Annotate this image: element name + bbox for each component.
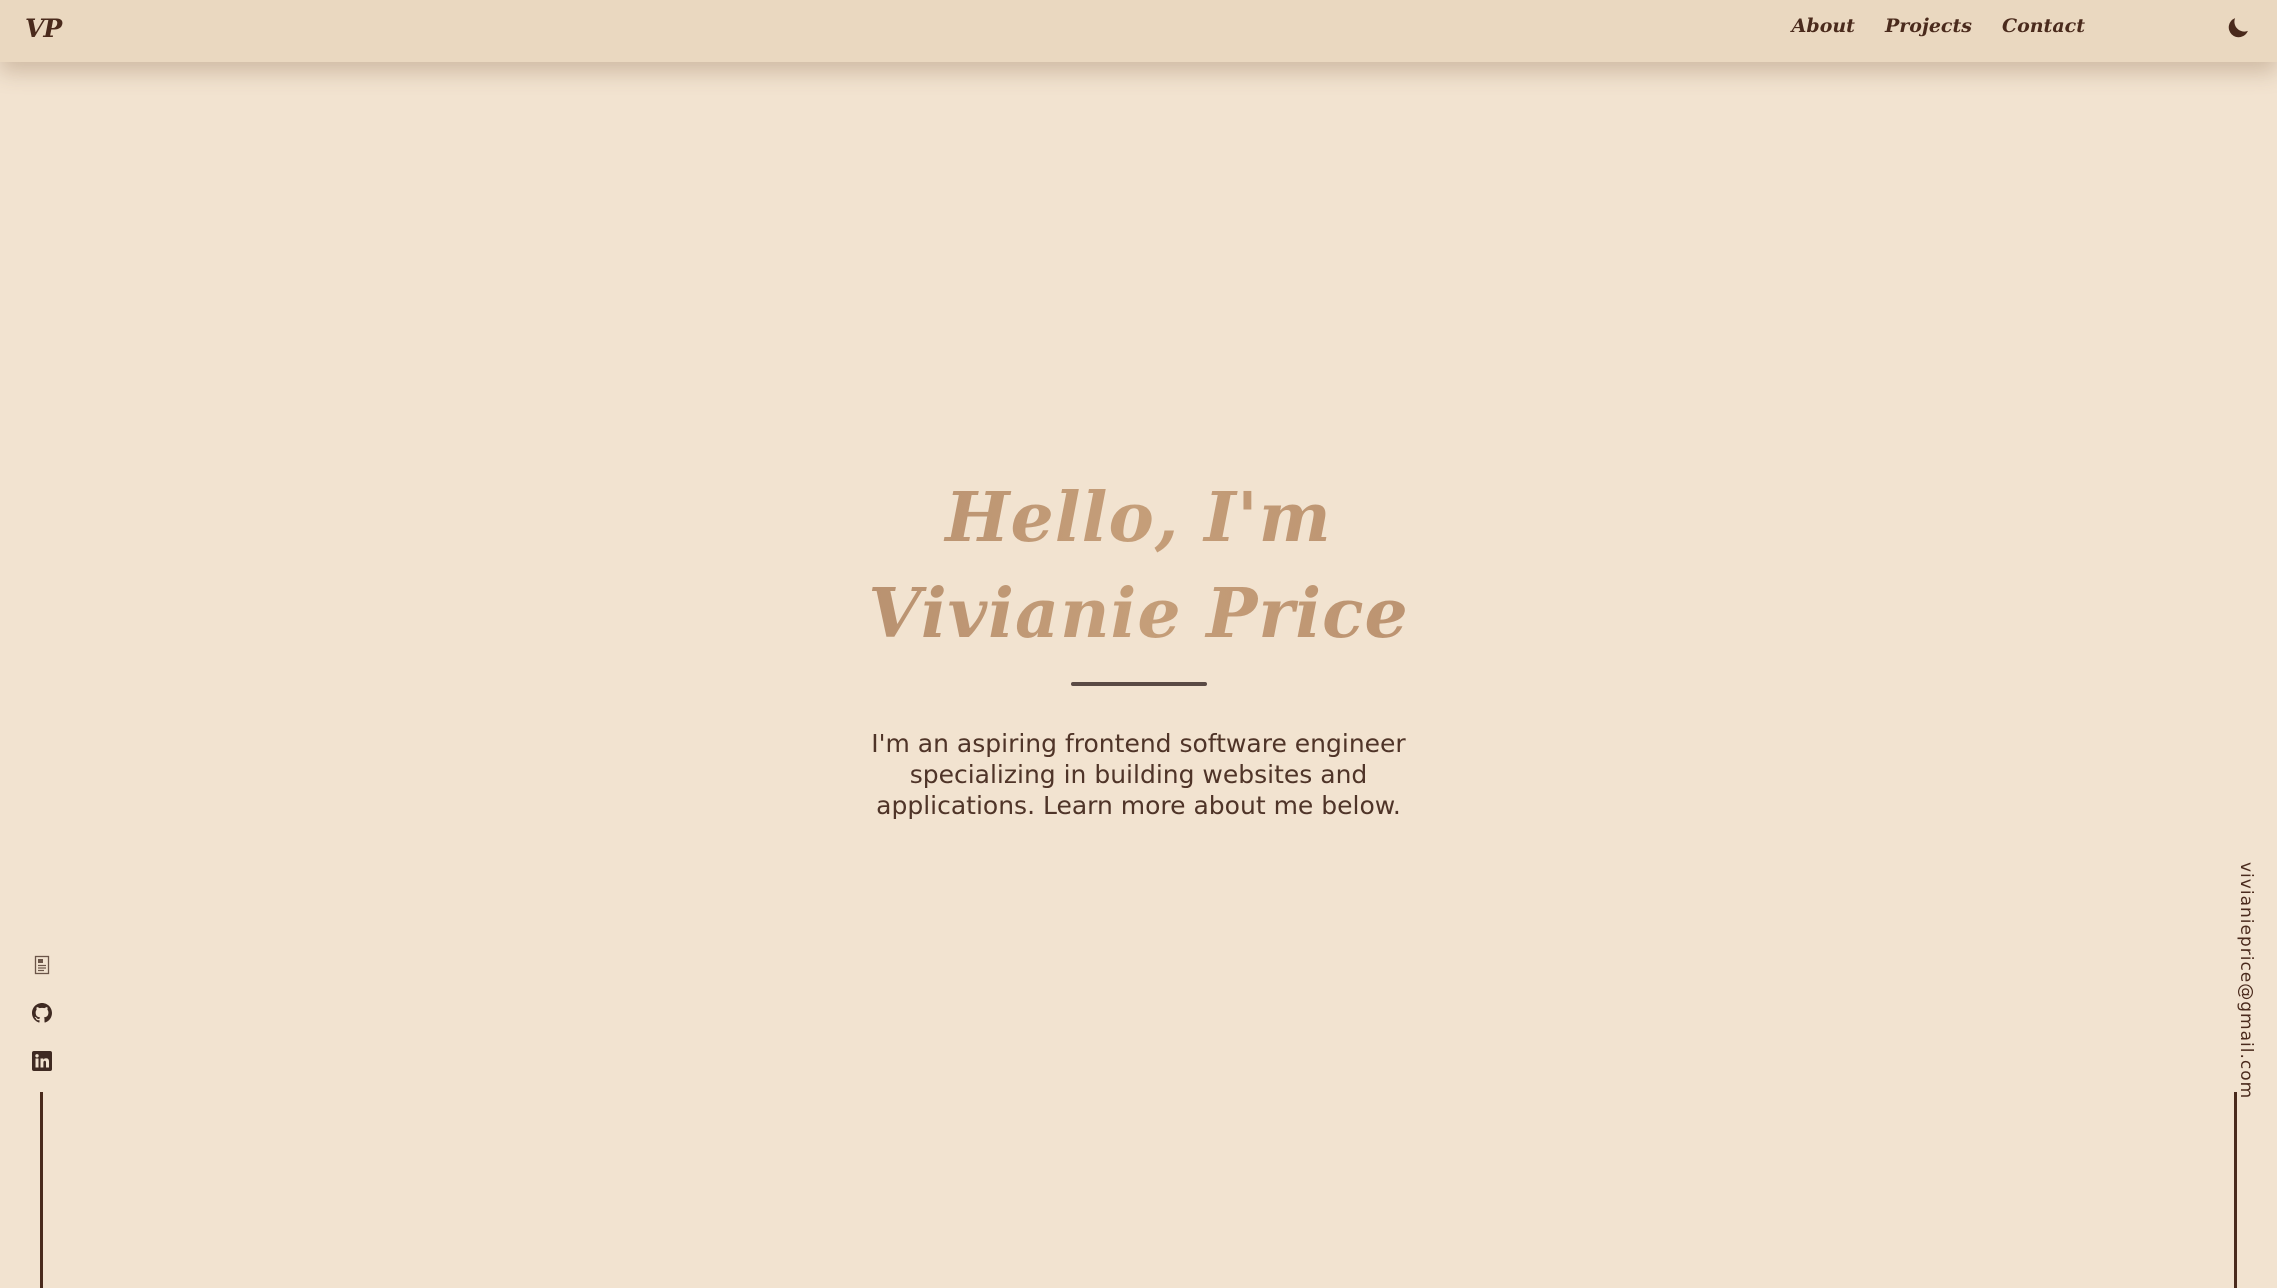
- right-vertical-line: [2234, 1092, 2237, 1288]
- hero-title-line-2: Vivianie Price: [868, 574, 1409, 654]
- navbar: VP About Projects Contact: [0, 0, 2277, 62]
- moon-icon[interactable]: [2224, 14, 2252, 42]
- left-vertical-line: [40, 1092, 43, 1288]
- hero-description: I'm an aspiring frontend software engine…: [871, 729, 1406, 820]
- title-divider: [1070, 682, 1207, 686]
- nav-link-projects[interactable]: Projects: [1885, 15, 1972, 37]
- email-link[interactable]: vivianieprice@gmail.com: [2236, 862, 2256, 1099]
- nav-links: About Projects Contact: [1792, 15, 2085, 37]
- hero-title: Hello, I'm Vivianie Price: [0, 470, 2277, 662]
- logo-link[interactable]: VP: [25, 14, 62, 43]
- linkedin-icon[interactable]: [32, 1051, 52, 1071]
- github-icon[interactable]: [32, 1003, 52, 1023]
- hero-title-line-1: Hello, I'm: [945, 478, 1332, 558]
- hero-section: Hello, I'm Vivianie Price I'm an aspirin…: [0, 470, 2277, 821]
- social-links: [29, 955, 55, 1071]
- nav-link-contact[interactable]: Contact: [2002, 15, 2085, 37]
- resume-icon[interactable]: [32, 955, 52, 975]
- nav-link-about[interactable]: About: [1792, 15, 1855, 37]
